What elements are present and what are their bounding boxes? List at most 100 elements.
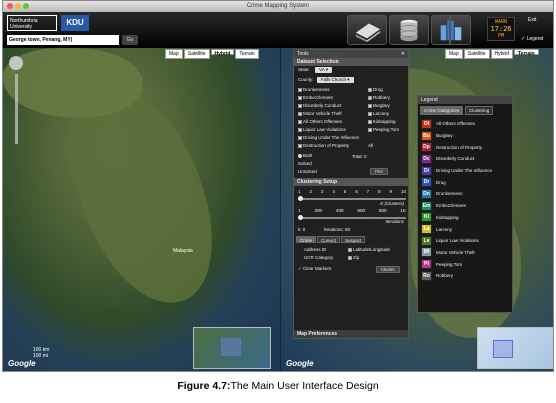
overview-viewport[interactable] bbox=[493, 340, 514, 358]
crime-checkbox[interactable]: Motor Vehicle Theft bbox=[298, 110, 368, 118]
go-button[interactable]: Go bbox=[122, 35, 138, 45]
checkbox-icon bbox=[368, 119, 372, 124]
cluster-button[interactable]: Cluster bbox=[375, 266, 400, 273]
left-map[interactable]: Map Satellite Hybrid Terrain Malaysia 10… bbox=[3, 48, 280, 371]
clock-display: WARN 17:26 PM bbox=[487, 17, 515, 41]
checkbox-icon bbox=[298, 119, 302, 124]
legend-item: Em Embezzlement bbox=[418, 200, 512, 212]
zoom-control[interactable] bbox=[9, 56, 23, 148]
all-checkbox[interactable]: All bbox=[368, 142, 399, 150]
crime-list-right: Drug Robbery Burglary Larceny Kidnapping… bbox=[368, 86, 399, 150]
radio-solved[interactable]: Solved bbox=[298, 160, 408, 168]
tab-crime[interactable]: Crime bbox=[296, 236, 316, 243]
state-select[interactable]: VA ▾ bbox=[315, 66, 332, 73]
plot-button[interactable]: Plot bbox=[370, 168, 388, 175]
region-label: Malaysia bbox=[173, 248, 193, 254]
legend-badge: Pt bbox=[421, 259, 432, 270]
crime-label: Drug bbox=[373, 87, 383, 92]
overview-map[interactable] bbox=[477, 327, 553, 369]
crime-checkbox[interactable]: Liquor Law Violations bbox=[298, 126, 368, 134]
county-select[interactable]: Falls Church ▾ bbox=[316, 76, 354, 83]
county-label: County: bbox=[298, 77, 314, 82]
map-type-map[interactable]: Map bbox=[165, 49, 183, 59]
total-value: 0 bbox=[364, 154, 367, 159]
checkbox-icon bbox=[298, 127, 302, 132]
city-buildings-icon[interactable] bbox=[431, 15, 471, 45]
tools-title: Tools bbox=[297, 51, 309, 57]
overview-viewport[interactable] bbox=[221, 338, 242, 356]
map-type-map[interactable]: Map bbox=[445, 49, 463, 59]
k-tick: 5 bbox=[343, 189, 347, 194]
legend-item: Lv Liquor Law Violations bbox=[418, 235, 512, 247]
state-value: VA bbox=[319, 66, 325, 72]
minimize-icon[interactable] bbox=[15, 3, 21, 9]
radio-unsolved[interactable]: Unsolved bbox=[298, 168, 408, 176]
exit-button[interactable]: Exit bbox=[528, 17, 536, 23]
tab-crime-categories[interactable]: Crime Categories bbox=[420, 106, 464, 115]
zoom-slider[interactable] bbox=[14, 74, 18, 144]
tab-clustering[interactable]: Clustering bbox=[465, 106, 494, 115]
radio-both-label: Both bbox=[303, 153, 313, 158]
iter-tick: 1K bbox=[400, 208, 406, 213]
k-slider-knob[interactable] bbox=[298, 196, 303, 201]
iterations-slider-knob[interactable] bbox=[298, 215, 303, 220]
address-id-label: Address ID bbox=[304, 247, 327, 252]
map-type-satellite[interactable]: Satellite bbox=[183, 49, 210, 59]
legend-label: Drunkenness bbox=[436, 191, 463, 197]
tab-suspect[interactable]: Suspect bbox=[341, 236, 366, 243]
map-type-hybrid[interactable]: Hybrid bbox=[490, 49, 513, 59]
map-type-hybrid[interactable]: Hybrid bbox=[210, 49, 235, 57]
latlong-option[interactable]: Latitude/Longitude bbox=[348, 246, 390, 254]
crime-checkbox[interactable]: All Others Offenses bbox=[298, 118, 368, 126]
close-icon[interactable] bbox=[7, 3, 13, 9]
crime-checkbox[interactable]: Drug bbox=[368, 86, 399, 94]
crime-label: Kidnapping bbox=[373, 119, 396, 124]
zip-option[interactable]: Zip bbox=[348, 254, 359, 262]
map-type-terrain[interactable]: Terrain bbox=[513, 49, 539, 57]
pan-control-icon[interactable] bbox=[9, 56, 23, 70]
close-icon[interactable]: ✕ bbox=[401, 50, 405, 58]
crime-checkbox[interactable]: Destruction of Property bbox=[298, 142, 368, 150]
crime-checkbox[interactable]: Drunkenness bbox=[298, 86, 368, 94]
crime-checkbox[interactable]: Embezzlement bbox=[298, 94, 368, 102]
map-type-terrain[interactable]: Terrain bbox=[235, 49, 259, 59]
k-tick: 7 bbox=[366, 189, 370, 194]
k-tick: 8 bbox=[378, 189, 381, 194]
map-preferences-header[interactable]: Map Preferences bbox=[294, 330, 408, 338]
legend-label: Destruction of Property bbox=[436, 144, 483, 150]
crime-checkbox[interactable]: Burglary bbox=[368, 102, 399, 110]
crime-checkbox[interactable]: Larceny bbox=[368, 110, 399, 118]
k-tick: 10 bbox=[400, 189, 406, 194]
tab-convict[interactable]: Convict bbox=[317, 236, 341, 243]
crime-label: Robbery bbox=[373, 95, 391, 100]
checkbox-icon bbox=[298, 143, 302, 148]
legend-badge: Ot bbox=[421, 118, 432, 129]
clock-ampm: PM bbox=[497, 33, 505, 39]
clear-markers-checkbox[interactable]: ✓ Clear Markers bbox=[298, 266, 331, 271]
k-tick: 9 bbox=[389, 189, 393, 194]
cluster-by-options: Address ID UCR Category Latitude/Longitu… bbox=[294, 243, 408, 265]
caption-text: The Main User Interface Design bbox=[230, 380, 379, 392]
crime-checkbox[interactable]: Peeping Tom bbox=[368, 126, 399, 134]
iter-tick: 600 bbox=[357, 208, 365, 213]
legend-item: Ki Kidnapping bbox=[418, 212, 512, 224]
crime-label: Liquor Law Violations bbox=[303, 127, 346, 132]
legend-label: Burglary bbox=[436, 133, 453, 139]
iteration-ticks: 1 200 400 600 800 1K bbox=[298, 208, 406, 213]
crime-checkbox[interactable]: Robbery bbox=[368, 94, 399, 102]
k-slider[interactable] bbox=[298, 196, 406, 201]
crime-checkbox[interactable]: Disorderly Conduct bbox=[298, 102, 368, 110]
map-type-satellite[interactable]: Satellite bbox=[463, 49, 490, 59]
maximize-icon[interactable] bbox=[23, 3, 29, 9]
crime-checkbox[interactable]: Kidnapping bbox=[368, 118, 399, 126]
k-ticks: 1 2 3 4 5 6 7 8 9 10 bbox=[298, 189, 406, 194]
state-label: State: bbox=[298, 67, 310, 72]
legend-toggle[interactable]: ✓ Legend bbox=[521, 36, 543, 42]
crime-checkbox[interactable]: Driving Under The Influence bbox=[298, 134, 368, 142]
legend-badge: Di bbox=[421, 165, 432, 176]
legend-title: Legend bbox=[418, 96, 512, 104]
database-icon[interactable] bbox=[389, 15, 429, 45]
document-pages-icon[interactable] bbox=[347, 15, 387, 45]
overview-map[interactable] bbox=[193, 327, 271, 369]
location-search-input[interactable]: George town, Penang, MY( bbox=[7, 35, 119, 45]
